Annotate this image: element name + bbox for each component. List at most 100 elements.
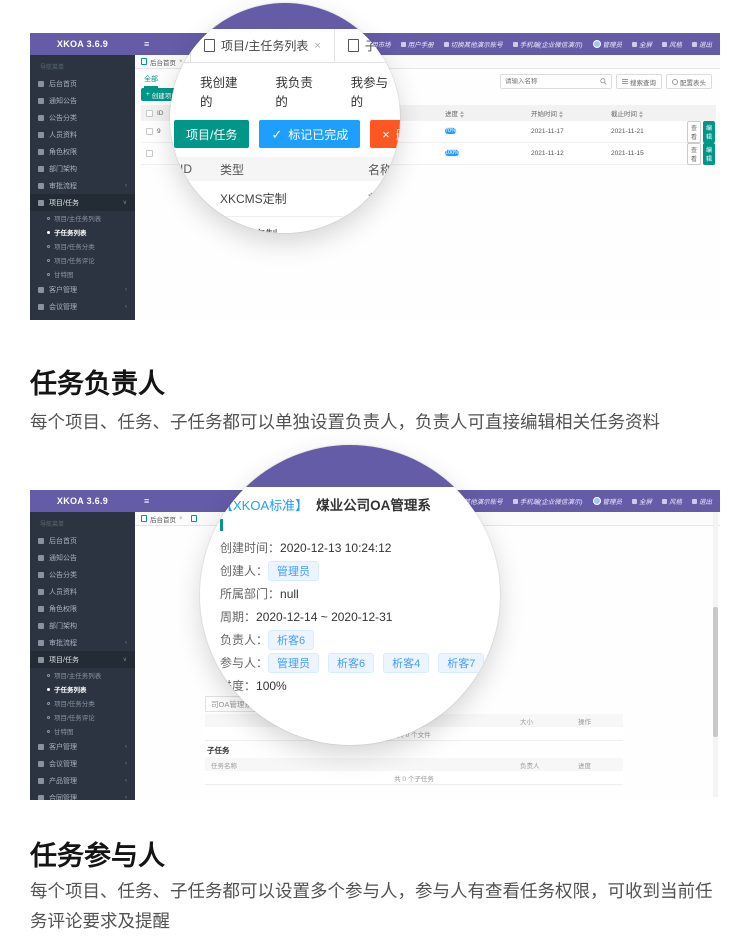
filter-created-by-me[interactable]: 我创建的 — [200, 72, 249, 110]
sidebar-subitem-subtask-list[interactable]: 子任务列表 — [30, 225, 135, 239]
sidebar-item-project[interactable]: 项目/任务∨ — [30, 651, 135, 668]
nav-user[interactable]: 管理员 — [593, 496, 623, 506]
user-tag[interactable]: 析客7 — [438, 653, 484, 673]
hamburger-icon[interactable]: ≡ — [144, 497, 149, 506]
tab-main-task-list[interactable]: 项目/主任务列表× — [190, 29, 335, 62]
sidebar-subitem-task-category[interactable]: 项目/任务分类 — [30, 696, 135, 710]
filter-participated[interactable]: 我参与的 — [351, 72, 400, 110]
sidebar-item-department[interactable]: 部门架构 — [30, 160, 135, 177]
sidebar-item-notice[interactable]: 通知公告 — [30, 549, 135, 566]
nav-logout[interactable]: 退出 — [692, 39, 712, 49]
sidebar-item-department[interactable]: 部门架构 — [30, 617, 135, 634]
search-icon[interactable] — [600, 78, 607, 85]
delete-button[interactable]: ×删除 — [370, 120, 400, 148]
sidebar-item-label: 项目/任务 — [49, 655, 79, 665]
search-query-button[interactable]: 搜索查询 — [616, 74, 662, 89]
nav-theme[interactable]: 风格 — [662, 496, 682, 506]
task-detail-title: 【XKOA标准】 煤业公司OA管理系 — [200, 487, 500, 517]
sidebar-item-notice[interactable]: 通知公告 — [30, 92, 135, 109]
sidebar-item-meeting[interactable]: 会议管理‹ — [30, 755, 135, 772]
nav-manual[interactable]: 用户手册 — [401, 39, 434, 49]
sidebar-item-staff[interactable]: 人员资料 — [30, 583, 135, 600]
sidebar-item-product[interactable]: 产品管理‹ — [30, 772, 135, 789]
sidebar-subitem-label: 项目/任务分类 — [54, 241, 95, 251]
sidebar-item-role[interactable]: 角色权限 — [30, 600, 135, 617]
page-tab-partial[interactable] — [191, 515, 197, 522]
col-end[interactable]: 截止时间 — [611, 108, 687, 118]
view-button[interactable]: 查看 — [687, 143, 701, 165]
sidebar-item-label: 后台首页 — [49, 536, 77, 546]
sidebar-item-customer[interactable]: 客户管理‹ — [30, 281, 135, 298]
hamburger-icon[interactable]: ≡ — [144, 40, 149, 49]
user-tag[interactable]: 析客4 — [383, 653, 429, 673]
nav-mobile[interactable]: 手机端(企业微信演示) — [513, 39, 583, 49]
configure-columns-button[interactable]: 配置表头 — [666, 74, 712, 89]
sidebar-subitem-gantt[interactable]: 甘特图 — [30, 267, 135, 281]
sidebar-subitem-label: 项目/主任务列表 — [54, 670, 101, 680]
select-all-cell — [141, 110, 157, 117]
edit-button[interactable]: 编辑 — [703, 143, 715, 165]
progress-fill: 100% — [445, 150, 459, 156]
checkbox[interactable] — [146, 150, 153, 157]
sidebar-item-approval[interactable]: 审批流程‹ — [30, 177, 135, 194]
user-tag[interactable]: 管理员 — [268, 653, 319, 673]
sidebar-subitem-task-comment[interactable]: 项目/任务评论 — [30, 710, 135, 724]
checkbox[interactable] — [146, 110, 153, 117]
sidebar-item-meeting[interactable]: 会议管理‹ — [30, 298, 135, 315]
sidebar: 导航菜单 后台首页 通知公告 公告分类 人员资料 角色权限 部门架构 审批流程‹… — [30, 512, 135, 800]
nav-mobile[interactable]: 手机端(企业微信演示) — [513, 496, 583, 506]
sidebar-subitem-main-task-list[interactable]: 项目/主任务列表 — [30, 211, 135, 225]
configure-columns-label: 配置表头 — [680, 77, 706, 87]
field-creator: 创建人：管理员 — [220, 559, 500, 582]
dot-icon — [47, 231, 50, 234]
sidebar-subitem-main-task-list[interactable]: 项目/主任务列表 — [30, 668, 135, 682]
close-icon[interactable]: × — [314, 40, 320, 52]
sidebar-subitem-gantt[interactable]: 甘特图 — [30, 724, 135, 738]
filter-tab-all[interactable]: 全部 — [144, 74, 158, 88]
scrollbar-thumb[interactable] — [713, 607, 718, 737]
nav-fullscreen[interactable]: 全屏 — [632, 39, 652, 49]
sidebar-item-customer[interactable]: 客户管理‹ — [30, 738, 135, 755]
search-input[interactable] — [505, 78, 598, 85]
sidebar-item-notice-category[interactable]: 公告分类 — [30, 566, 135, 583]
section-title-task-participants: 任务参与人 — [30, 834, 165, 873]
sidebar-item-product[interactable]: 产品管理‹ — [30, 315, 135, 320]
sidebar-subitem-label: 甘特图 — [54, 726, 74, 736]
page-tab-home[interactable]: 后台首页× — [141, 57, 183, 67]
col-start[interactable]: 开始时间 — [531, 108, 611, 118]
view-button[interactable]: 查看 — [687, 121, 701, 143]
close-icon[interactable]: × — [179, 516, 183, 522]
nav-label: 用户手册 — [408, 39, 434, 49]
sidebar-item-staff[interactable]: 人员资料 — [30, 126, 135, 143]
col-progress[interactable]: 进度 — [445, 108, 531, 118]
sidebar-item-project[interactable]: 项目/任务∨ — [30, 194, 135, 211]
sidebar-item-approval[interactable]: 审批流程‹ — [30, 634, 135, 651]
task-detail-fields: 创建时间：2020-12-13 10:24:12 创建人：管理员 所属部门：nu… — [200, 536, 500, 697]
nav-fullscreen[interactable]: 全屏 — [632, 496, 652, 506]
user-tag[interactable]: 析客6 — [268, 630, 314, 650]
sidebar-subitem-task-comment[interactable]: 项目/任务评论 — [30, 253, 135, 267]
page-tab-home[interactable]: 后台首页× — [141, 514, 183, 524]
create-task-button[interactable]: 项目/任务 — [174, 120, 249, 148]
nav-logout[interactable]: 退出 — [692, 496, 712, 506]
user-tag[interactable]: 管理员 — [268, 561, 319, 581]
close-icon[interactable]: × — [179, 59, 183, 65]
sidebar-item-contract[interactable]: 合同管理‹ — [30, 789, 135, 800]
user-tag[interactable]: 析客6 — [328, 653, 374, 673]
nav-user[interactable]: 管理员 — [593, 39, 623, 49]
sidebar-item-notice-category[interactable]: 公告分类 — [30, 109, 135, 126]
sidebar-subitem-subtask-list[interactable]: 子任务列表 — [30, 682, 135, 696]
sidebar-item-role[interactable]: 角色权限 — [30, 143, 135, 160]
sidebar-item-home[interactable]: 后台首页 — [30, 75, 135, 92]
sidebar-subitem-task-category[interactable]: 项目/任务分类 — [30, 239, 135, 253]
filter-owned-by-me[interactable]: 我负责的 — [275, 72, 324, 110]
mark-done-button[interactable]: ✓标记已完成 — [259, 120, 360, 148]
sidebar-item-home[interactable]: 后台首页 — [30, 532, 135, 549]
edit-button[interactable]: 编辑 — [703, 121, 715, 143]
checkbox[interactable] — [146, 128, 153, 135]
nav-switch-account[interactable]: 切换其他演示账号 — [444, 39, 503, 49]
sidebar-subitem-label: 子任务列表 — [54, 227, 87, 237]
nav-theme[interactable]: 风格 — [662, 39, 682, 49]
col-label: 截止时间 — [611, 111, 637, 118]
close-icon: × — [382, 128, 390, 141]
